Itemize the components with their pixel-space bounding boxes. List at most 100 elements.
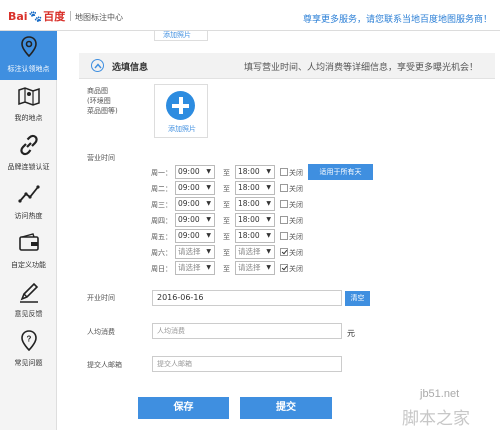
- closed-label: 关闭: [289, 265, 303, 273]
- chevron-up-icon[interactable]: [91, 59, 104, 72]
- apply-all-days-button[interactable]: 适用于所有天: [308, 164, 373, 180]
- end-time-select[interactable]: 18:00 ▼: [235, 229, 275, 243]
- plus-circle-icon: [166, 91, 195, 120]
- top-header: Bai 🐾 百度 地图标注中心 尊享更多服务，请您联系当地百度地图服务商！: [0, 0, 500, 31]
- section-hint: 填写营业时间、人均消费等详细信息，享受更多曝光机会！: [244, 63, 479, 73]
- sidebar-item-label: 访问热度: [14, 212, 43, 220]
- baidu-logo[interactable]: Bai 🐾 百度: [8, 9, 66, 24]
- to-label: 至: [223, 169, 230, 177]
- end-time-select[interactable]: 18:00 ▼: [235, 213, 275, 227]
- photos-label-line1: 商品图: [87, 87, 108, 95]
- start-time-select[interactable]: 09:00 ▼: [175, 165, 215, 179]
- to-label: 至: [223, 185, 230, 193]
- watermark-url: jb51.net: [420, 388, 460, 400]
- to-label: 至: [223, 249, 230, 257]
- to-label: 至: [223, 201, 230, 209]
- day-label: 周三：: [151, 201, 172, 209]
- end-time-select[interactable]: 请选择 ▼: [235, 245, 275, 259]
- closed-label: 关闭: [289, 169, 303, 177]
- sidebar-item-claim-location[interactable]: 标注认领地点: [0, 31, 57, 80]
- day-label: 周六：: [151, 249, 172, 257]
- closed-label: 关闭: [289, 249, 303, 257]
- start-time-select[interactable]: 请选择 ▼: [175, 261, 215, 275]
- section-title: 选填信息: [112, 63, 149, 73]
- add-photo-label: 添加照片: [168, 125, 196, 133]
- line-chart-icon: [18, 185, 40, 203]
- help-question-icon: ?: [21, 330, 37, 352]
- closed-checkbox[interactable]: [280, 184, 288, 192]
- closed-checkbox[interactable]: [280, 264, 288, 272]
- day-label: 周日：: [151, 265, 172, 273]
- end-time-select[interactable]: 18:00 ▼: [235, 197, 275, 211]
- day-label: 周五：: [151, 233, 172, 241]
- closed-label: 关闭: [289, 185, 303, 193]
- save-button[interactable]: 保存: [138, 397, 229, 419]
- to-label: 至: [223, 233, 230, 241]
- end-time-select[interactable]: 18:00 ▼: [235, 165, 275, 179]
- closed-checkbox[interactable]: [280, 216, 288, 224]
- photos-label-line2: (环境图: [87, 97, 111, 105]
- sidebar-item-label: 自定义功能: [11, 261, 46, 269]
- photos-label-line3: 菜品图等): [87, 107, 118, 115]
- email-label: 提交人邮箱: [87, 361, 122, 369]
- logo-divider: [70, 11, 71, 21]
- closed-checkbox[interactable]: [280, 200, 288, 208]
- closed-checkbox[interactable]: [280, 232, 288, 240]
- sidebar-item-visit-heat[interactable]: 访问热度: [0, 178, 57, 227]
- sidebar-item-custom-functions[interactable]: 自定义功能: [0, 227, 57, 276]
- service-banner-text: 尊享更多服务，请您联系当地百度地图服务商！: [302, 15, 492, 25]
- start-time-select[interactable]: 09:00 ▼: [175, 229, 215, 243]
- closed-checkbox[interactable]: [280, 168, 288, 176]
- closed-label: 关闭: [289, 201, 303, 209]
- link-chain-icon: [20, 134, 38, 156]
- pencil-icon: [20, 282, 39, 303]
- add-photo-button[interactable]: 添加照片: [154, 84, 208, 138]
- site-subtitle: 地图标注中心: [75, 13, 123, 22]
- start-time-select[interactable]: 09:00 ▼: [175, 181, 215, 195]
- logo-text-baidu: 百度: [43, 10, 66, 23]
- sidebar-item-label: 意见反馈: [14, 310, 43, 318]
- paw-icon: 🐾: [28, 9, 43, 23]
- closed-label: 关闭: [289, 233, 303, 241]
- avg-cost-label: 人均消费: [87, 328, 115, 336]
- clear-date-button[interactable]: 清空: [345, 291, 370, 306]
- business-hours-label: 营业时间: [87, 154, 115, 162]
- map-icon: [18, 87, 40, 106]
- end-time-select[interactable]: 请选择 ▼: [235, 261, 275, 275]
- main-content: 添加照片 选填信息 填写营业时间、人均消费等详细信息，享受更多曝光机会！ 商品图…: [57, 31, 500, 430]
- previous-photo-card[interactable]: 添加照片: [154, 31, 208, 41]
- sidebar-item-my-places[interactable]: 我的地点: [0, 80, 57, 129]
- day-label: 周四：: [151, 217, 172, 225]
- submitter-email-input[interactable]: 提交人邮箱: [152, 356, 342, 372]
- optional-info-header: 选填信息 填写营业时间、人均消费等详细信息，享受更多曝光机会！: [79, 53, 495, 79]
- to-label: 至: [223, 265, 230, 273]
- sidebar-item-label: 常见问题: [14, 359, 43, 367]
- to-label: 至: [223, 217, 230, 225]
- end-time-select[interactable]: 18:00 ▼: [235, 181, 275, 195]
- avg-cost-input[interactable]: 人均消费: [152, 323, 342, 339]
- sidebar-nav: 标注认领地点 我的地点 品牌连锁认证 访问热度 自定义功能 意见反馈 ? 常见问…: [0, 31, 57, 430]
- location-pin-icon: [21, 36, 37, 58]
- opening-date-label: 开业时间: [87, 294, 115, 302]
- svg-text:?: ?: [27, 335, 32, 344]
- watermark-text: 脚本之家: [402, 409, 470, 429]
- wallet-icon: [19, 233, 39, 251]
- submit-button[interactable]: 提交: [240, 397, 332, 419]
- day-label: 周二：: [151, 185, 172, 193]
- day-label: 周一：: [151, 169, 172, 177]
- sidebar-item-label: 标注认领地点: [7, 65, 50, 73]
- opening-date-input[interactable]: 2016-06-16: [152, 290, 342, 306]
- sidebar-item-feedback[interactable]: 意见反馈: [0, 276, 57, 325]
- logo-text-bai: Bai: [8, 9, 28, 23]
- start-time-select[interactable]: 请选择 ▼: [175, 245, 215, 259]
- sidebar-item-faq[interactable]: ? 常见问题: [0, 325, 57, 374]
- closed-checkbox[interactable]: [280, 248, 288, 256]
- start-time-select[interactable]: 09:00 ▼: [175, 213, 215, 227]
- sidebar-item-label: 品牌连锁认证: [7, 163, 50, 171]
- currency-unit: 元: [347, 329, 355, 338]
- closed-label: 关闭: [289, 217, 303, 225]
- previous-photo-label: 添加照片: [163, 31, 191, 39]
- sidebar-item-label: 我的地点: [14, 114, 43, 122]
- sidebar-item-brand-chain[interactable]: 品牌连锁认证: [0, 129, 57, 178]
- start-time-select[interactable]: 09:00 ▼: [175, 197, 215, 211]
